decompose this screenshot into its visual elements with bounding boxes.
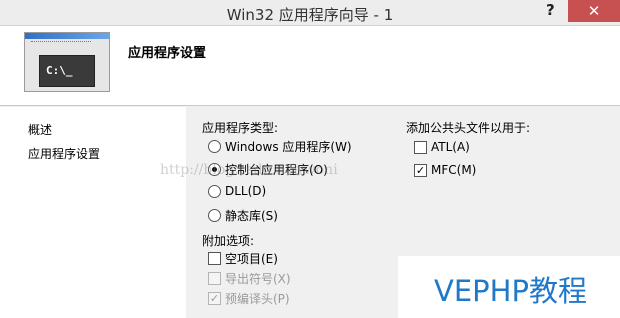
radio-indicator [208,209,221,222]
window-title: Win32 应用程序向导 - 1 [226,6,394,24]
radio-indicator [208,163,221,176]
checkbox-label: MFC(M) [431,163,477,177]
checkbox-precompiled-header: ✓ 预编译头(P) [208,290,290,307]
radio-static-lib[interactable]: 静态库(S) [208,207,278,224]
checkbox-atl[interactable]: ATL(A) [414,140,470,154]
checkbox-export-symbols: 导出符号(X) [208,270,291,287]
checkbox-box: ✓ [208,292,221,305]
wizard-nav: 概述 应用程序设置 [0,107,186,318]
console-graphic: C:\_ [39,55,95,87]
checkbox-label: 预编译头(P) [225,292,290,306]
additional-options-label: 附加选项: [202,234,255,248]
checkbox-box: ✓ [414,163,427,177]
close-button[interactable]: ✕ [568,0,620,22]
app-type-label: 应用程序类型: [202,121,279,135]
nav-item-app-settings[interactable]: 应用程序设置 [28,145,100,162]
console-prompt: C:\_ [46,64,73,77]
menu-graphic [31,41,91,44]
checkbox-empty-project[interactable]: 空项目(E) [208,250,278,267]
checkbox-mfc[interactable]: ✓ MFC(M) [414,163,476,177]
radio-label: 静态库(S) [225,209,278,223]
site-logo: VEPHP教程 [434,274,587,308]
radio-windows-app[interactable]: Windows 应用程序(W) [208,138,352,155]
checkbox-label: ATL(A) [431,140,470,154]
window-titlebar-graphic [25,33,109,39]
radio-label: DLL(D) [225,184,267,198]
checkbox-box [208,252,221,265]
radio-label: 控制台应用程序(O) [225,163,328,177]
checkbox-label: 空项目(E) [225,252,278,266]
common-headers-label: 添加公共头文件以用于: [406,121,531,135]
radio-indicator [208,184,221,198]
radio-label: Windows 应用程序(W) [225,140,352,154]
checkbox-box [208,272,221,285]
console-app-icon: C:\_ [24,32,110,92]
page-title: 应用程序设置 [128,46,207,61]
title-bar: Win32 应用程序向导 - 1 ? ✕ [0,0,620,26]
header-panel: C:\_ 应用程序设置 [0,26,620,106]
nav-item-overview[interactable]: 概述 [28,121,52,138]
radio-indicator [208,140,221,153]
checkbox-label: 导出符号(X) [225,272,291,286]
checkbox-box [414,140,427,154]
radio-dll[interactable]: DLL(D) [208,184,266,198]
radio-console-app[interactable]: 控制台应用程序(O) [208,161,328,178]
help-button[interactable]: ? [546,1,555,19]
